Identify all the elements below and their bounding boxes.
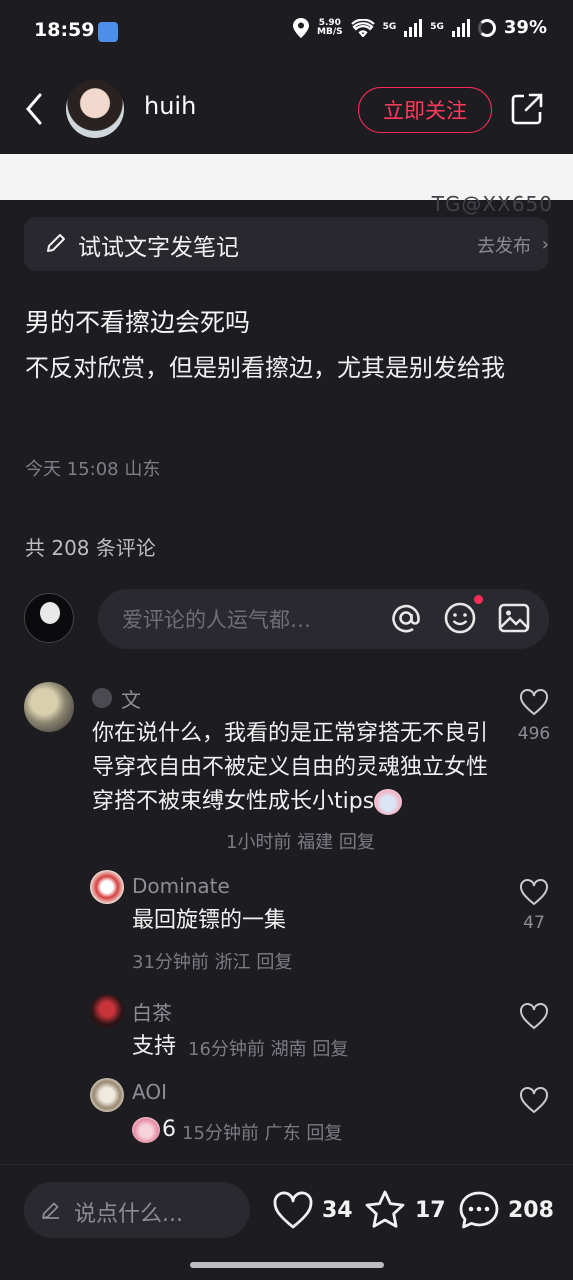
network-speed: 5.90 MB/S [317,18,343,37]
watermark-text: TG@XX650 [431,192,553,216]
battery-level: 39% [503,17,547,38]
crying-emoji-icon [132,1117,160,1143]
reply-name[interactable]: AOI [132,1080,167,1104]
post-meta: 今天 15:08 山东 [25,459,161,480]
signal-icon-2 [451,18,470,37]
author-username[interactable]: huih [144,92,196,120]
home-indicator[interactable] [190,1262,384,1268]
comment-input-placeholder: 爱评论的人运气都… [122,608,311,632]
emoji-icon[interactable] [442,600,478,636]
image-icon[interactable] [496,600,532,636]
my-avatar [24,593,74,643]
notification-dot [474,595,483,604]
reply-meta[interactable]: 31分钟前 浙江 回复 [132,948,292,974]
bottom-divider [0,1164,573,1165]
reply-name[interactable]: Dominate [132,874,230,898]
share-icon[interactable] [509,91,545,127]
reply-text: 6 [162,1117,176,1142]
author-avatar[interactable] [66,80,124,138]
comment-text-content: 你在说什么，我看的是正常穿搭无不良引导穿衣自由不被定义自由的灵魂独立女性穿搭不被… [92,721,489,814]
pencil-icon [47,234,65,252]
reply-like-count: 47 [523,913,545,933]
reply-name[interactable]: 白茶 [132,997,172,1026]
like-heart-icon[interactable] [272,1190,314,1230]
comment-total-count: 208 [508,1198,554,1223]
wifi-icon [350,18,375,37]
heart-outline-icon[interactable] [519,1002,549,1030]
sticker-emoji-icon [374,789,403,815]
mention-icon[interactable] [388,600,424,636]
back-arrow-icon[interactable] [22,92,48,126]
heart-outline-icon[interactable] [519,878,549,906]
heart-outline-icon[interactable] [519,1086,549,1114]
publish-link[interactable]: 去发布 [477,232,531,258]
reply-meta[interactable]: 15分钟前 广东 回复 [182,1119,342,1145]
reply-meta[interactable]: 16分钟前 湖南 回复 [188,1035,348,1061]
comment-bubble-icon[interactable] [458,1190,500,1230]
like-count: 34 [322,1198,353,1223]
pencil-icon [42,1202,59,1219]
reply-text: 支持 [132,1034,177,1059]
network-speed-unit: MB/S [317,26,343,37]
heart-outline-icon[interactable] [519,688,549,716]
write-note-tip-text: 试试文字发笔记 [78,235,239,261]
follow-button[interactable]: 立即关注 [358,87,492,133]
battery-icon [477,18,496,37]
signal-5g-label-2: 5G [430,22,444,32]
reply-text: 最回旋镖的一集 [132,908,287,933]
comment-like-count: 496 [517,724,551,744]
signal-5g-label: 5G [382,22,397,32]
reply-avatar[interactable] [90,1078,124,1112]
collect-count: 17 [415,1198,446,1223]
status-icons: 5.90 MB/S 5G 5G 39% [293,17,547,38]
reply-avatar[interactable] [90,870,124,904]
collect-star-icon[interactable] [364,1189,406,1231]
app-notification-icon [98,22,118,42]
say-something-placeholder: 说点什么... [74,1202,183,1227]
location-icon [293,17,309,38]
chevron-right-icon: › [541,234,549,255]
comment-meta[interactable]: 1小时前 福建 回复 [226,828,375,854]
commenter-badge-icon [92,688,112,708]
commenter-avatar[interactable] [24,682,74,732]
commenter-name[interactable]: 文 [121,684,141,713]
status-time: 18:59 [34,19,95,41]
signal-icon [404,18,423,37]
comment-count: 共 208 条评论 [25,536,156,560]
post-body: 不反对欣赏，但是别看擦边，尤其是别发给我 [25,354,505,382]
post-title: 男的不看擦边会死吗 [25,308,251,337]
reply-avatar[interactable] [90,994,124,1028]
comment-text: 你在说什么，我看的是正常穿搭无不良引导穿衣自由不被定义自由的灵魂独立女性穿搭不被… [92,717,502,819]
